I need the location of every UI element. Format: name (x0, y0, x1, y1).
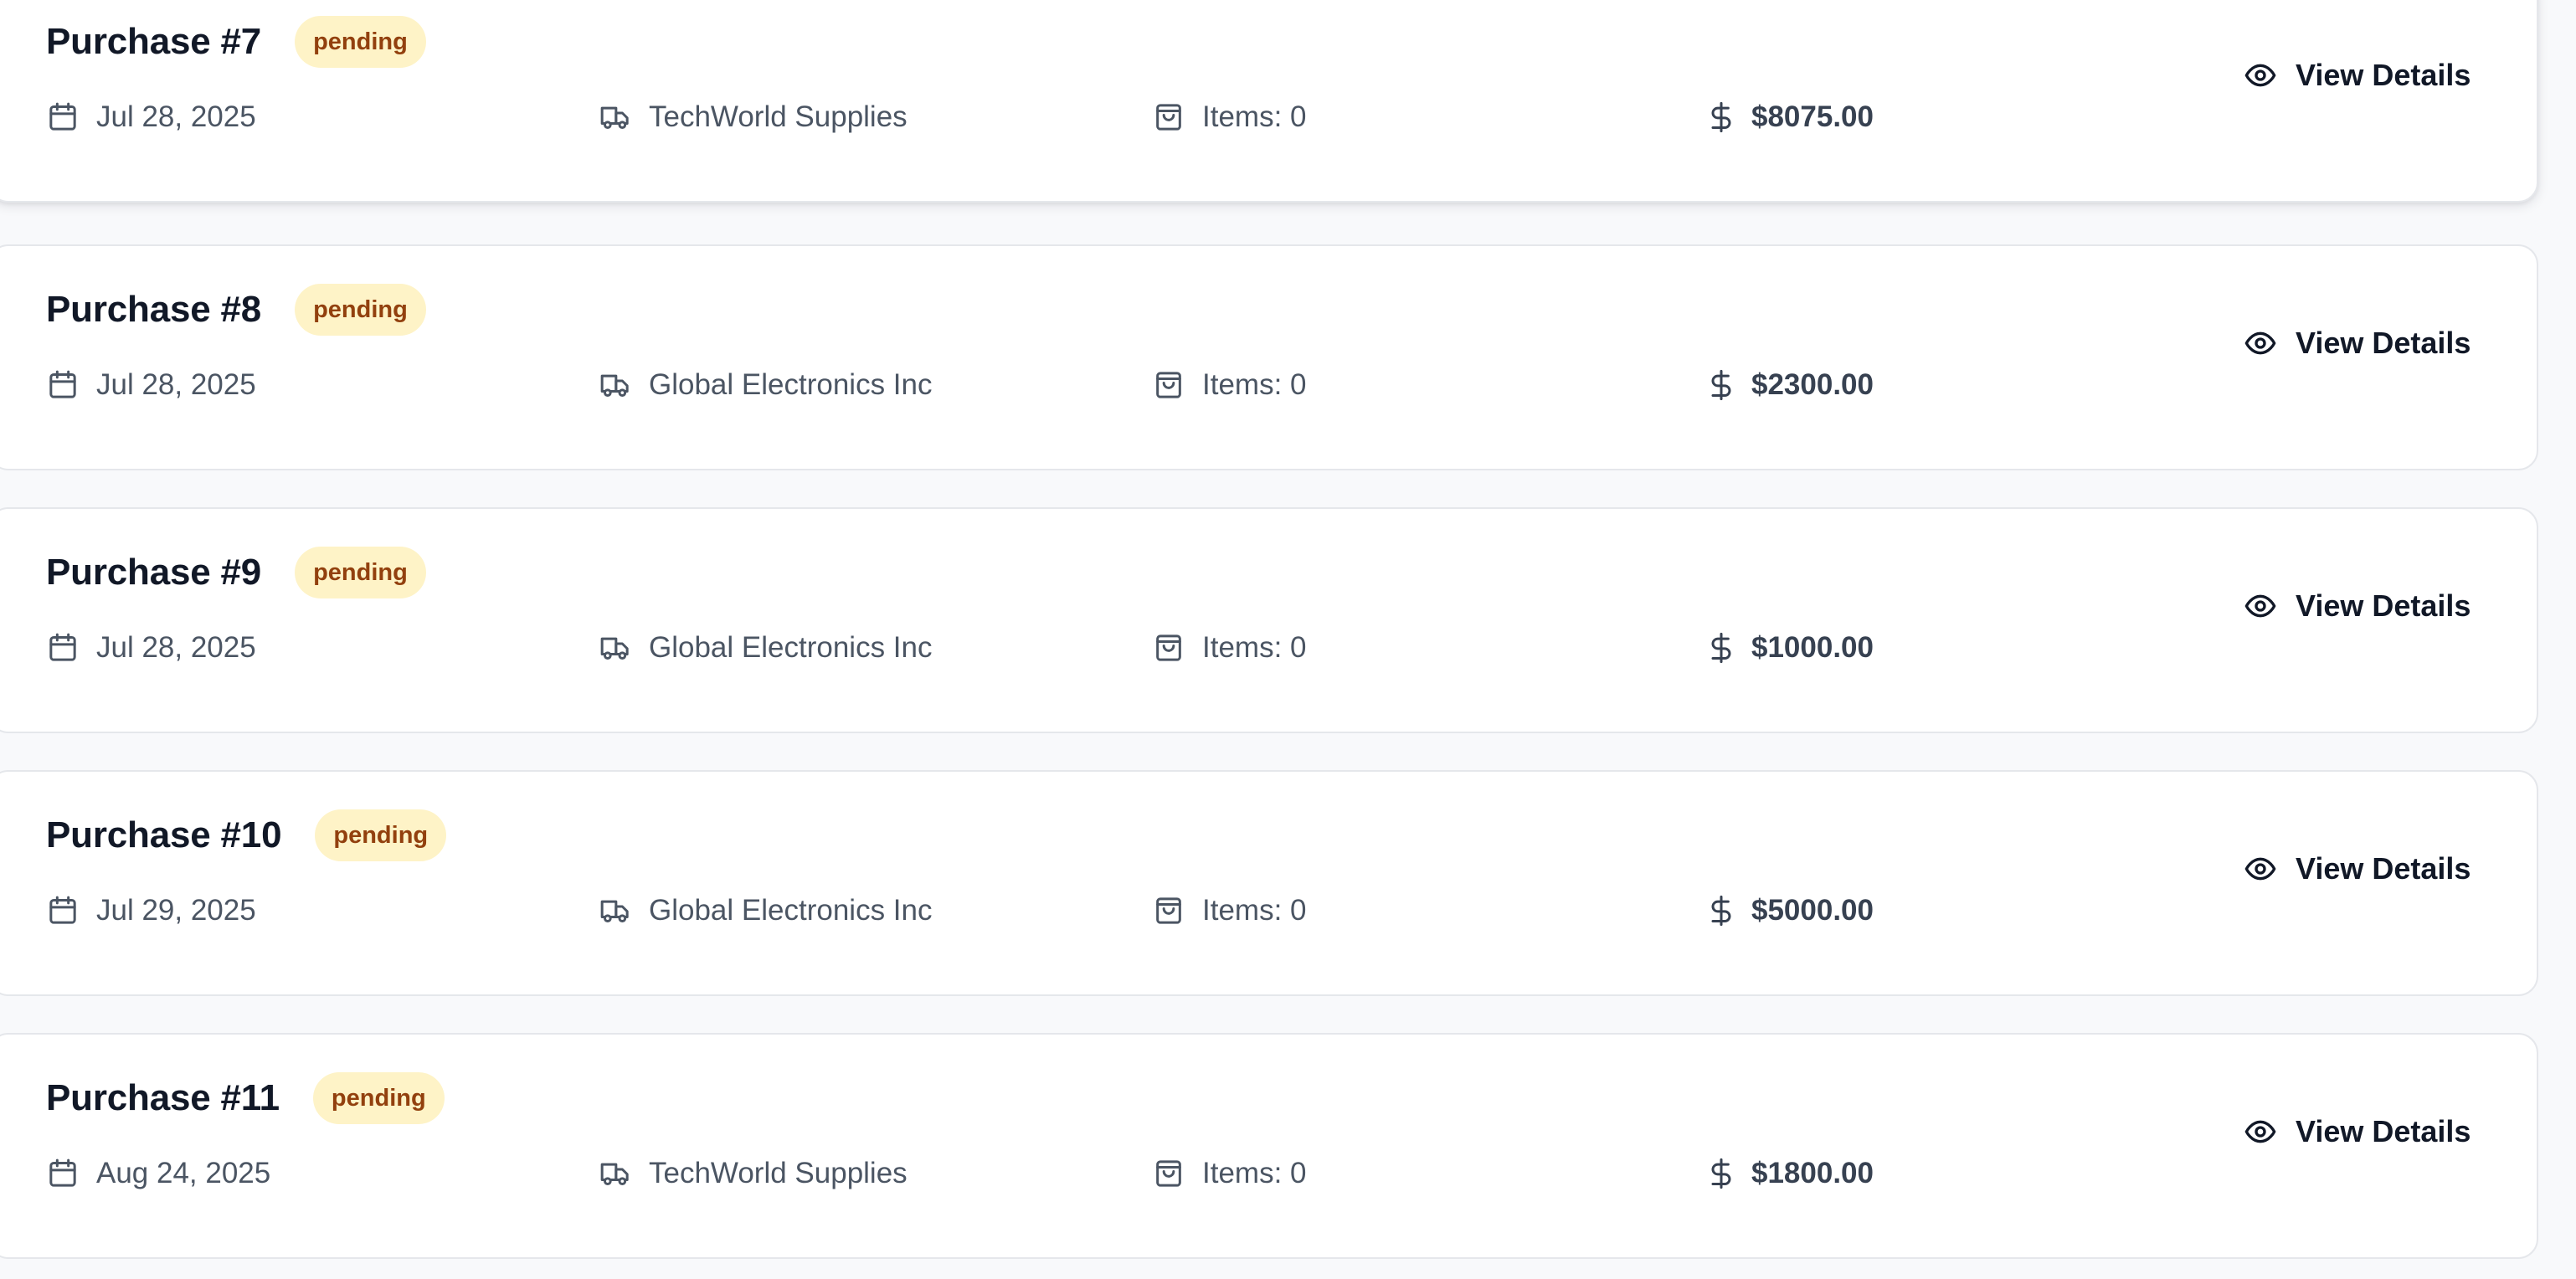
purchase-title: Purchase #7 (46, 21, 262, 62)
truck-icon (599, 631, 632, 665)
purchase-date-text: Jul 28, 2025 (96, 368, 256, 401)
purchase-items: Items: 0 (1152, 624, 1306, 671)
view-details-label: View Details (2296, 58, 2471, 92)
purchase-header: Purchase #8 pending (46, 281, 426, 338)
vendor-name: TechWorld Supplies (649, 100, 908, 133)
view-details-label: View Details (2296, 588, 2471, 623)
shopping-bag-icon (1152, 368, 1185, 402)
purchase-vendor: Global Electronics Inc (599, 624, 932, 671)
total-amount: $5000.00 (1751, 894, 1874, 927)
eye-icon (2244, 59, 2277, 92)
shopping-bag-icon (1152, 100, 1185, 134)
purchase-items: Items: 0 (1152, 362, 1306, 408)
purchase-date: Jul 28, 2025 (46, 624, 256, 671)
purchase-date-text: Jul 28, 2025 (96, 100, 256, 133)
calendar-icon (46, 1157, 80, 1190)
purchase-date: Aug 24, 2025 (46, 1150, 270, 1197)
vendor-name: TechWorld Supplies (649, 1157, 908, 1189)
purchase-vendor: TechWorld Supplies (599, 94, 908, 141)
truck-icon (599, 894, 632, 927)
purchase-vendor: Global Electronics Inc (599, 362, 932, 408)
view-details-button[interactable]: View Details (2244, 579, 2471, 633)
calendar-icon (46, 894, 80, 927)
status-badge: pending (315, 809, 447, 861)
purchase-header: Purchase #10 pending (46, 807, 447, 864)
purchase-vendor: Global Electronics Inc (599, 887, 932, 934)
shopping-bag-icon (1152, 894, 1185, 927)
purchase-date-text: Aug 24, 2025 (96, 1157, 271, 1189)
dollar-icon (1704, 368, 1738, 402)
purchase-items: Items: 0 (1152, 1150, 1306, 1197)
items-count: Items: 0 (1202, 100, 1307, 133)
total-amount: $1000.00 (1751, 631, 1874, 664)
purchase-items: Items: 0 (1152, 94, 1306, 141)
status-badge: pending (295, 547, 426, 598)
purchase-title: Purchase #10 (46, 814, 282, 855)
vendor-name: Global Electronics Inc (649, 368, 933, 401)
truck-icon (599, 1157, 632, 1190)
purchase-card: Purchase #7 pending Jul 28, 2025 TechWor… (0, 0, 2538, 203)
view-details-button[interactable]: View Details (2244, 49, 2471, 102)
purchase-vendor: TechWorld Supplies (599, 1150, 908, 1197)
purchase-title: Purchase #9 (46, 552, 262, 593)
purchase-items: Items: 0 (1152, 887, 1306, 934)
eye-icon (2244, 589, 2277, 623)
view-details-button[interactable]: View Details (2244, 1105, 2471, 1158)
calendar-icon (46, 100, 80, 134)
eye-icon (2244, 326, 2277, 360)
purchase-total: $8075.00 (1704, 94, 1874, 141)
purchase-card: Purchase #8 pending Jul 28, 2025 Global … (0, 244, 2538, 470)
dollar-icon (1704, 894, 1738, 927)
purchase-total: $1000.00 (1704, 624, 1874, 671)
purchase-card: Purchase #10 pending Jul 29, 2025 Global… (0, 770, 2538, 996)
eye-icon (2244, 1115, 2277, 1148)
dollar-icon (1704, 100, 1738, 134)
truck-icon (599, 368, 632, 402)
purchase-header: Purchase #9 pending (46, 544, 426, 601)
dollar-icon (1704, 1157, 1738, 1190)
purchase-total: $5000.00 (1704, 887, 1874, 934)
purchase-date-text: Jul 28, 2025 (96, 631, 256, 664)
total-amount: $2300.00 (1751, 368, 1874, 401)
purchase-title: Purchase #8 (46, 289, 262, 330)
purchase-date-text: Jul 29, 2025 (96, 894, 256, 927)
eye-icon (2244, 852, 2277, 886)
purchase-list: Purchase #7 pending Jul 28, 2025 TechWor… (0, 0, 2576, 1279)
purchase-total: $1800.00 (1704, 1150, 1874, 1197)
status-badge: pending (295, 16, 426, 68)
total-amount: $1800.00 (1751, 1157, 1874, 1189)
items-count: Items: 0 (1202, 1157, 1307, 1189)
status-badge: pending (312, 1072, 445, 1124)
view-details-button[interactable]: View Details (2244, 842, 2471, 896)
total-amount: $8075.00 (1751, 100, 1874, 133)
purchase-date: Jul 28, 2025 (46, 94, 256, 141)
purchase-card: Purchase #11 pending Aug 24, 2025 TechWo… (0, 1033, 2538, 1259)
shopping-bag-icon (1152, 1157, 1185, 1190)
purchase-date: Jul 29, 2025 (46, 887, 256, 934)
purchase-total: $2300.00 (1704, 362, 1874, 408)
view-details-label: View Details (2296, 326, 2471, 360)
view-details-button[interactable]: View Details (2244, 316, 2471, 370)
view-details-label: View Details (2296, 1114, 2471, 1148)
purchase-card: Purchase #9 pending Jul 28, 2025 Global … (0, 507, 2538, 733)
calendar-icon (46, 631, 80, 665)
purchase-title: Purchase #11 (46, 1077, 280, 1118)
vendor-name: Global Electronics Inc (649, 894, 933, 927)
dollar-icon (1704, 631, 1738, 665)
truck-icon (599, 100, 632, 134)
vendor-name: Global Electronics Inc (649, 631, 933, 664)
status-badge: pending (295, 284, 426, 336)
purchase-header: Purchase #11 pending (46, 1070, 445, 1127)
items-count: Items: 0 (1202, 368, 1307, 401)
items-count: Items: 0 (1202, 631, 1307, 664)
items-count: Items: 0 (1202, 894, 1307, 927)
purchase-header: Purchase #7 pending (46, 13, 426, 70)
shopping-bag-icon (1152, 631, 1185, 665)
calendar-icon (46, 368, 80, 402)
view-details-label: View Details (2296, 851, 2471, 886)
purchase-date: Jul 28, 2025 (46, 362, 256, 408)
